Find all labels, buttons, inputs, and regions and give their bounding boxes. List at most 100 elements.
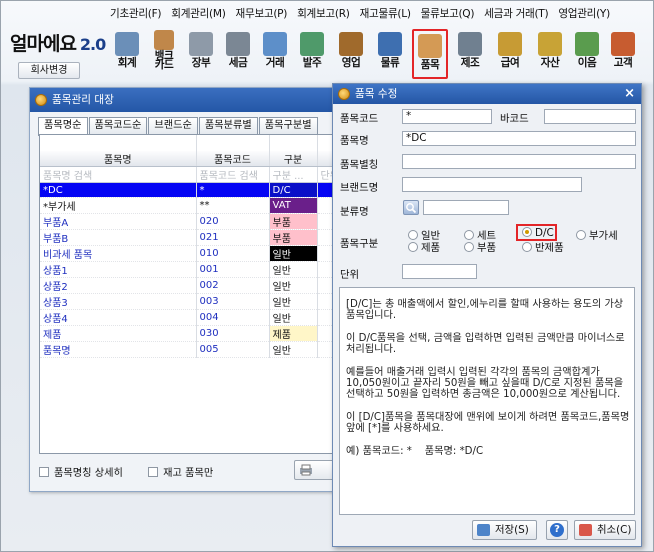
truck-icon xyxy=(378,32,402,56)
item-name-cell: *DC xyxy=(40,182,197,198)
table-row[interactable]: 상품2 002 일반 xyxy=(40,277,357,294)
menu-item[interactable]: 영업관리(Y) xyxy=(553,6,615,22)
kind-radio-5[interactable]: 제품 xyxy=(408,239,440,254)
unit-label: 단위 xyxy=(340,269,360,281)
detail-name-checkbox[interactable] xyxy=(39,467,49,477)
radio-circle[interactable] xyxy=(408,242,418,252)
close-icon[interactable]: × xyxy=(624,84,635,104)
toolbar-button-calculator[interactable]: 회계 xyxy=(109,29,145,79)
menu-item[interactable]: 회계보고(R) xyxy=(292,6,355,22)
item-name-label: 품목명 xyxy=(340,135,369,147)
filter-cell[interactable]: 품목명 검색 xyxy=(40,166,197,183)
item-name-cell: 비과세 품목 xyxy=(40,245,197,262)
toolbar-button-ledger[interactable]: 장부 xyxy=(183,29,219,79)
kind-radio-7[interactable]: 반제품 xyxy=(522,239,564,254)
table-row[interactable]: 품목명 005 일반 xyxy=(40,341,357,358)
unit-field[interactable] xyxy=(402,264,477,279)
menu-item[interactable]: 기초관리(F) xyxy=(105,6,166,22)
toolbar-label: 이음 xyxy=(577,57,597,69)
item-code-cell: 003 xyxy=(196,293,270,310)
item-code-field[interactable]: * xyxy=(402,109,492,124)
help-paragraph: [D/C]는 총 매출액에서 할인,에누리를 할때 사용하는 용도의 가상품목입… xyxy=(346,299,624,321)
toolbar-label: 급여 xyxy=(500,57,520,69)
table-row[interactable]: 제품 030 제품 xyxy=(40,325,357,342)
item-name-field[interactable]: *DC xyxy=(402,131,636,146)
save-button[interactable]: 저장(S) xyxy=(472,520,537,540)
item-registry-titlebar[interactable]: 품목관리 대장 xyxy=(30,88,353,112)
app-logo: 얼마에요 2.0 xyxy=(10,33,106,55)
table-row[interactable]: 상품4 004 일반 xyxy=(40,309,357,326)
change-company-button[interactable]: 회사변경 xyxy=(18,62,80,79)
help-button[interactable]: ? xyxy=(546,520,568,540)
toolbar-button-link-money[interactable]: 이음 xyxy=(569,29,605,79)
help-icon: ? xyxy=(550,523,564,537)
kind-radio-6[interactable]: 부품 xyxy=(464,239,496,254)
brand-field[interactable] xyxy=(402,177,582,192)
item-code-cell: 020 xyxy=(196,213,270,230)
item-code-cell: 010 xyxy=(196,245,270,262)
tab-4[interactable]: 품목분류별 xyxy=(198,117,258,135)
toolbar-button-money-bag[interactable]: 급여 xyxy=(492,29,528,79)
brand-label: 브랜드명 xyxy=(340,182,379,194)
toolbar-button-tools[interactable]: 제조 xyxy=(452,29,488,79)
table-row[interactable]: 상품3 003 일반 xyxy=(40,293,357,310)
item-type-cell: 일반 xyxy=(269,341,318,358)
bank-icon xyxy=(154,30,174,50)
toolbar-label: 발주 xyxy=(302,57,322,69)
filter-cell[interactable]: 구분 ... xyxy=(269,166,318,183)
detail-name-option[interactable]: 품목명칭 상세히 xyxy=(39,467,123,479)
cancel-button[interactable]: 취소(C) xyxy=(574,520,636,540)
print-button[interactable] xyxy=(294,460,334,480)
table-row[interactable]: 부품B 021 부품 xyxy=(40,229,357,246)
column-header[interactable]: 품목코드 xyxy=(196,151,270,167)
category-lookup-button[interactable] xyxy=(403,200,419,215)
toolbar-button-customer[interactable]: 고객 xyxy=(605,29,641,79)
toolbar-button-truck[interactable]: 물류 xyxy=(372,29,408,79)
tab-2[interactable]: 품목코드순 xyxy=(88,117,148,135)
menu-item[interactable]: 회계관리(M) xyxy=(166,6,230,22)
application-window: 기초관리(F) 회계관리(M) 재무보고(P) 회계보고(R) 재고물류(L) 물류보고(… xyxy=(0,0,654,552)
filter-cell[interactable]: 품목코드 검색 xyxy=(196,166,270,183)
item-edit-titlebar[interactable]: 품목 수정 × xyxy=(333,84,641,104)
item-type-cell: 일반 xyxy=(269,245,318,262)
stock-only-checkbox[interactable] xyxy=(148,467,159,477)
toolbar-button-tax-invoice[interactable]: 세금 xyxy=(220,29,256,79)
item-code-cell: 021 xyxy=(196,229,270,246)
radio-circle[interactable] xyxy=(576,230,586,240)
table-row[interactable]: *부가세 ** VAT xyxy=(40,197,357,214)
tab-5[interactable]: 품목구분별 xyxy=(258,117,318,135)
toolbar-button-briefcase[interactable]: 영업 xyxy=(333,29,369,79)
toolbar-label: 고객 xyxy=(613,57,633,69)
menu-item[interactable]: 재고물류(L) xyxy=(355,6,416,22)
kind-radio-4[interactable]: 부가세 xyxy=(576,227,618,242)
radio-circle[interactable] xyxy=(464,242,474,252)
item-type-cell: 일반 xyxy=(269,277,318,294)
toolbar-button-order[interactable]: 발주 xyxy=(294,29,330,79)
menu-item[interactable]: 재무보고(P) xyxy=(231,6,293,22)
toolbar-button-asset[interactable]: 자산 xyxy=(532,29,568,79)
radio-circle[interactable] xyxy=(522,242,532,252)
table-row[interactable]: 상품1 001 일반 xyxy=(40,261,357,278)
menu-item[interactable]: 물류보고(Q) xyxy=(416,6,480,22)
stock-only-option[interactable]: 재고 품목만 xyxy=(148,467,213,479)
toolbar-label: 자산 xyxy=(540,57,560,69)
toolbar-button-bank[interactable]: 뱅크 카드 xyxy=(146,29,182,79)
toolbar-button-box[interactable]: 품목 xyxy=(412,29,448,79)
table-row[interactable]: 비과세 품목 010 일반 xyxy=(40,245,357,262)
menu-item[interactable]: 세금과 거래(T) xyxy=(479,6,553,22)
column-header[interactable]: 품목명 xyxy=(40,151,197,167)
kind-label: 부품 xyxy=(477,242,497,254)
toolbar-label: 회계 xyxy=(117,57,137,69)
column-header[interactable]: 구분 xyxy=(269,151,318,167)
table-row[interactable]: 부품A 020 부품 xyxy=(40,213,357,230)
item-code-cell: * xyxy=(196,182,270,198)
category-field[interactable] xyxy=(423,200,509,215)
item-name-cell: 부품B xyxy=(40,229,197,246)
main-menu-bar: 기초관리(F) 회계관리(M) 재무보고(P) 회계보고(R) 재고물류(L) 물류보고(… xyxy=(105,6,653,22)
item-alias-field[interactable] xyxy=(402,154,636,169)
table-row[interactable]: *DC * D/C xyxy=(40,182,357,198)
barcode-field[interactable] xyxy=(544,109,636,124)
tab-3[interactable]: 브랜드순 xyxy=(148,117,198,135)
toolbar-button-trade[interactable]: 거래 xyxy=(257,29,293,79)
item-alias-label: 품목별칭 xyxy=(340,159,379,171)
